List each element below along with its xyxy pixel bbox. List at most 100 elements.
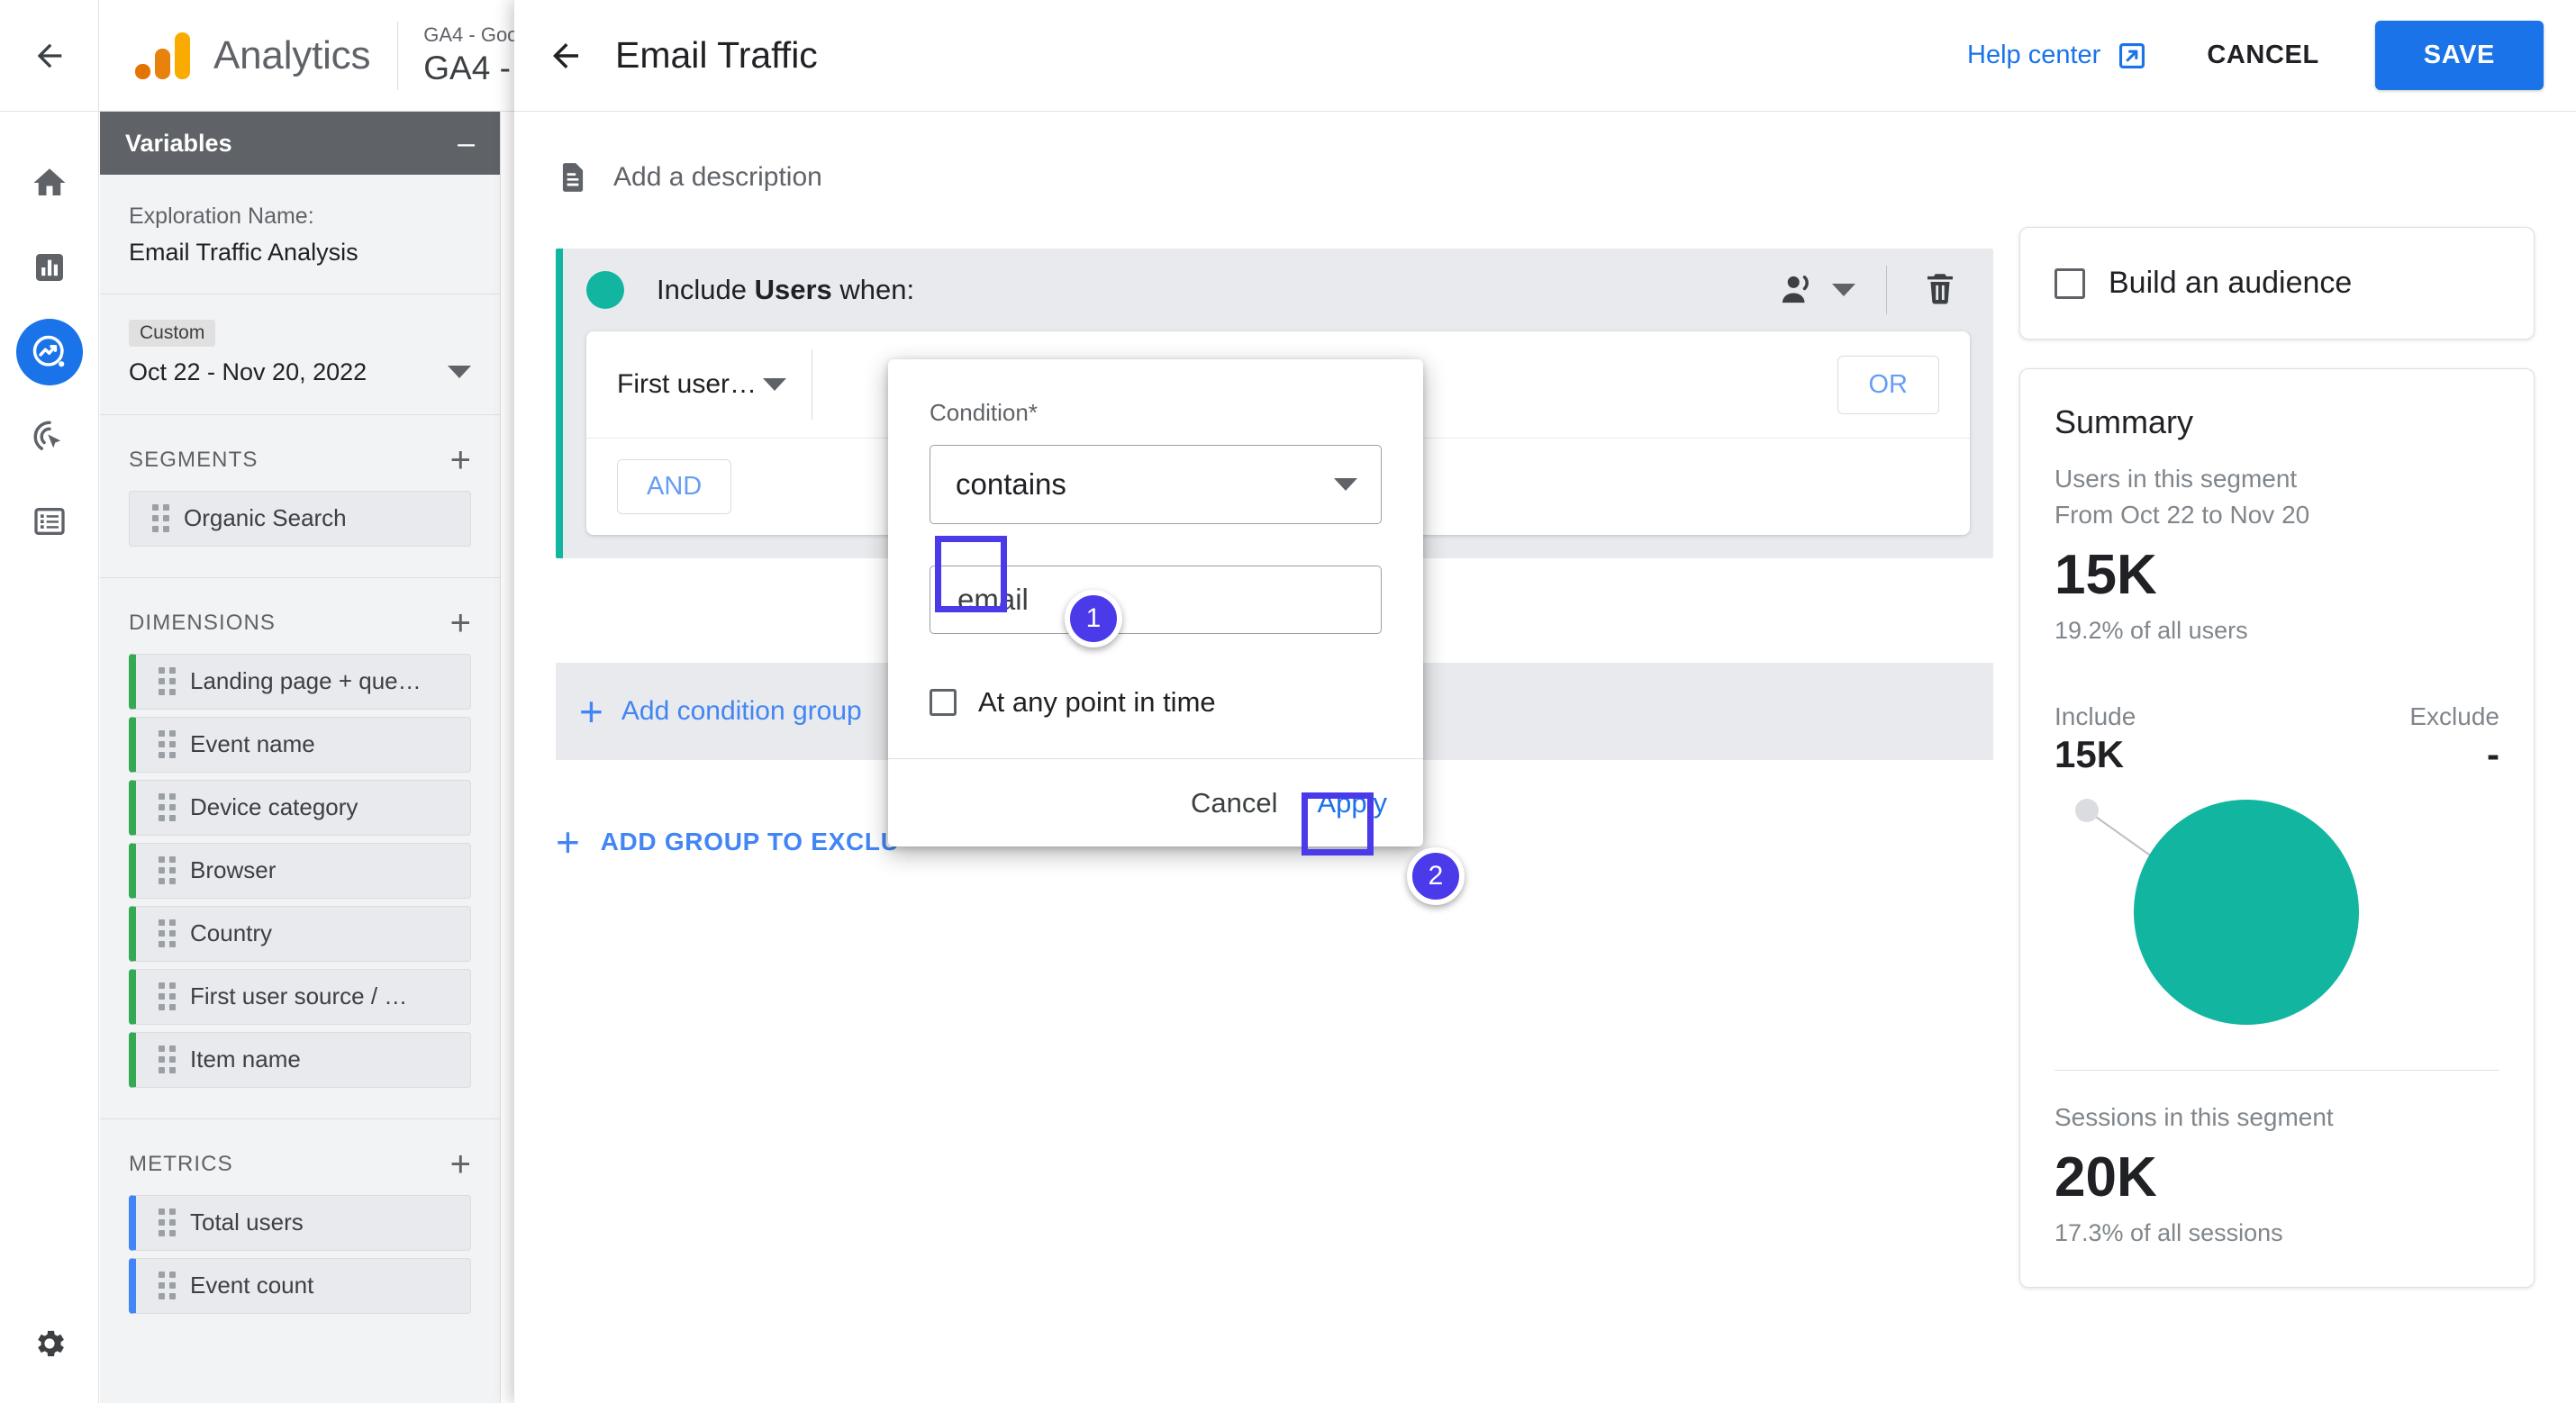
segment-venn-chart bbox=[2054, 780, 2499, 1050]
drag-handle-icon[interactable] bbox=[150, 919, 183, 947]
rail-item-reports[interactable] bbox=[16, 234, 83, 301]
description-placeholder: Add a description bbox=[613, 162, 822, 192]
variables-collapse-button[interactable]: – bbox=[458, 128, 475, 158]
sessions-percent: 17.3% of all sessions bbox=[2054, 1219, 2283, 1247]
add-condition-group-label: Add condition group bbox=[621, 696, 862, 726]
drag-handle-icon[interactable] bbox=[150, 730, 183, 758]
list-item-label: Landing page + que… bbox=[190, 667, 422, 694]
page-title: Email Traffic bbox=[615, 34, 818, 76]
list-item-label: Event name bbox=[190, 730, 315, 757]
users-date-range: From Oct 22 to Nov 20 bbox=[2054, 500, 2310, 529]
help-center-link[interactable]: Help center bbox=[1967, 41, 2147, 71]
list-item[interactable]: First user source / … bbox=[129, 968, 471, 1025]
drag-handle-icon[interactable] bbox=[150, 982, 183, 1010]
metrics-title: METRICS bbox=[129, 1151, 233, 1176]
drag-handle-icon[interactable] bbox=[150, 667, 183, 695]
delete-group-button[interactable] bbox=[1887, 269, 1993, 312]
sessions-label: Sessions in this segment bbox=[2054, 1103, 2334, 1131]
dimensions-header: DIMENSIONS + bbox=[100, 578, 500, 654]
build-audience-card[interactable]: Build an audience bbox=[2019, 227, 2535, 339]
condition-value-input[interactable]: email bbox=[930, 566, 1382, 634]
add-metric-button[interactable]: + bbox=[450, 1146, 471, 1182]
any-point-in-time-checkbox[interactable] bbox=[930, 689, 957, 716]
home-icon bbox=[33, 168, 65, 195]
segment-editor-header: Email Traffic Help center CANCEL SAVE bbox=[514, 0, 2576, 112]
rail-item-advertising[interactable] bbox=[16, 403, 83, 470]
include-prefix: Include bbox=[657, 274, 755, 305]
editor-back-button[interactable] bbox=[547, 37, 585, 75]
exploration-name-section[interactable]: Exploration Name: Email Traffic Analysis bbox=[100, 175, 500, 294]
analytics-logo-icon bbox=[135, 32, 190, 79]
build-audience-label: Build an audience bbox=[2109, 266, 2353, 300]
popup-apply-button[interactable]: Apply bbox=[1317, 787, 1387, 819]
description-field[interactable]: Add a description bbox=[514, 112, 2576, 195]
trash-icon bbox=[1927, 273, 1953, 303]
include-suffix: when: bbox=[831, 274, 915, 305]
include-exclude-row: Include 15K Exclude - bbox=[2054, 702, 2499, 776]
any-point-in-time-label: At any point in time bbox=[978, 686, 1216, 718]
summary-title: Summary bbox=[2054, 403, 2194, 440]
any-point-in-time-row[interactable]: At any point in time bbox=[930, 686, 1382, 719]
chevron-down-icon bbox=[1832, 284, 1855, 296]
list-item[interactable]: Landing page + que… bbox=[129, 653, 471, 710]
chevron-down-icon[interactable] bbox=[448, 366, 471, 379]
operator-select[interactable]: contains bbox=[930, 445, 1382, 524]
document-icon bbox=[562, 163, 584, 192]
drag-handle-icon[interactable] bbox=[150, 1272, 183, 1299]
summary-card: Summary Users in this segment From Oct 2… bbox=[2019, 368, 2535, 1289]
list-item[interactable]: Organic Search bbox=[129, 490, 471, 547]
date-range-value: Oct 22 - Nov 20, 2022 bbox=[129, 358, 367, 385]
and-button[interactable]: AND bbox=[617, 459, 732, 514]
list-item-label: Browser bbox=[190, 856, 277, 883]
list-item[interactable]: Total users bbox=[129, 1194, 471, 1251]
target-cursor-icon bbox=[32, 421, 60, 450]
list-item-label: Total users bbox=[190, 1208, 304, 1236]
drag-handle-icon[interactable] bbox=[150, 856, 183, 884]
rail-item-admin[interactable] bbox=[31, 1325, 68, 1367]
drag-handle-icon[interactable] bbox=[150, 793, 183, 821]
save-button[interactable]: SAVE bbox=[2374, 21, 2544, 90]
segments-header: SEGMENTS + bbox=[100, 415, 500, 491]
drag-handle-icon[interactable] bbox=[150, 1045, 183, 1073]
date-range-section[interactable]: Custom Oct 22 - Nov 20, 2022 bbox=[100, 294, 500, 415]
add-group-to-exclude-button[interactable]: + ADD GROUP TO EXCLU bbox=[556, 821, 900, 863]
summary-column: Build an audience Summary Users in this … bbox=[2019, 227, 2535, 1317]
add-segment-button[interactable]: + bbox=[450, 442, 471, 478]
scope-selector[interactable] bbox=[1778, 269, 1886, 311]
popup-cancel-button[interactable]: Cancel bbox=[1191, 787, 1278, 819]
segment-editor-panel: Email Traffic Help center CANCEL SAVE Ad… bbox=[514, 0, 2576, 1403]
rail-item-home[interactable] bbox=[16, 149, 83, 216]
dimensions-title: DIMENSIONS bbox=[129, 610, 277, 635]
date-range-chip: Custom bbox=[129, 320, 216, 347]
list-item[interactable]: Event count bbox=[129, 1257, 471, 1314]
gear-icon bbox=[37, 1330, 64, 1357]
drag-handle-icon[interactable] bbox=[150, 1208, 183, 1236]
include-value: 15K bbox=[2054, 733, 2125, 775]
bar-chart-icon bbox=[35, 254, 63, 281]
list-item[interactable]: Item name bbox=[129, 1031, 471, 1088]
list-item[interactable]: Device category bbox=[129, 779, 471, 836]
dimension-dropdown[interactable]: First user… bbox=[586, 369, 812, 400]
condition-popup-footer: Cancel Apply bbox=[888, 758, 1423, 846]
people-scope-icon bbox=[1782, 276, 1809, 303]
or-button[interactable]: OR bbox=[1837, 355, 1939, 414]
list-item-label: Item name bbox=[190, 1045, 301, 1073]
plus-icon: + bbox=[579, 688, 603, 735]
drag-handle-icon[interactable] bbox=[144, 504, 177, 532]
build-audience-checkbox[interactable] bbox=[2054, 267, 2085, 299]
list-table-icon bbox=[33, 508, 65, 535]
list-item-label: First user source / … bbox=[190, 982, 408, 1009]
list-item-label: Device category bbox=[190, 793, 358, 820]
list-item[interactable]: Browser bbox=[129, 842, 471, 899]
help-center-label: Help center bbox=[1967, 41, 2101, 69]
dimensions-list: Landing page + que… Event name Device ca… bbox=[100, 653, 500, 1118]
add-dimension-button[interactable]: + bbox=[450, 605, 471, 641]
rail-item-configure[interactable] bbox=[16, 488, 83, 555]
list-item[interactable]: Event name bbox=[129, 716, 471, 773]
divider bbox=[2054, 1070, 2499, 1071]
cancel-button[interactable]: CANCEL bbox=[2207, 41, 2318, 70]
global-back-button[interactable] bbox=[0, 0, 99, 112]
users-value: 15K bbox=[2054, 543, 2157, 606]
rail-item-explore[interactable] bbox=[15, 319, 83, 385]
list-item[interactable]: Country bbox=[129, 905, 471, 962]
